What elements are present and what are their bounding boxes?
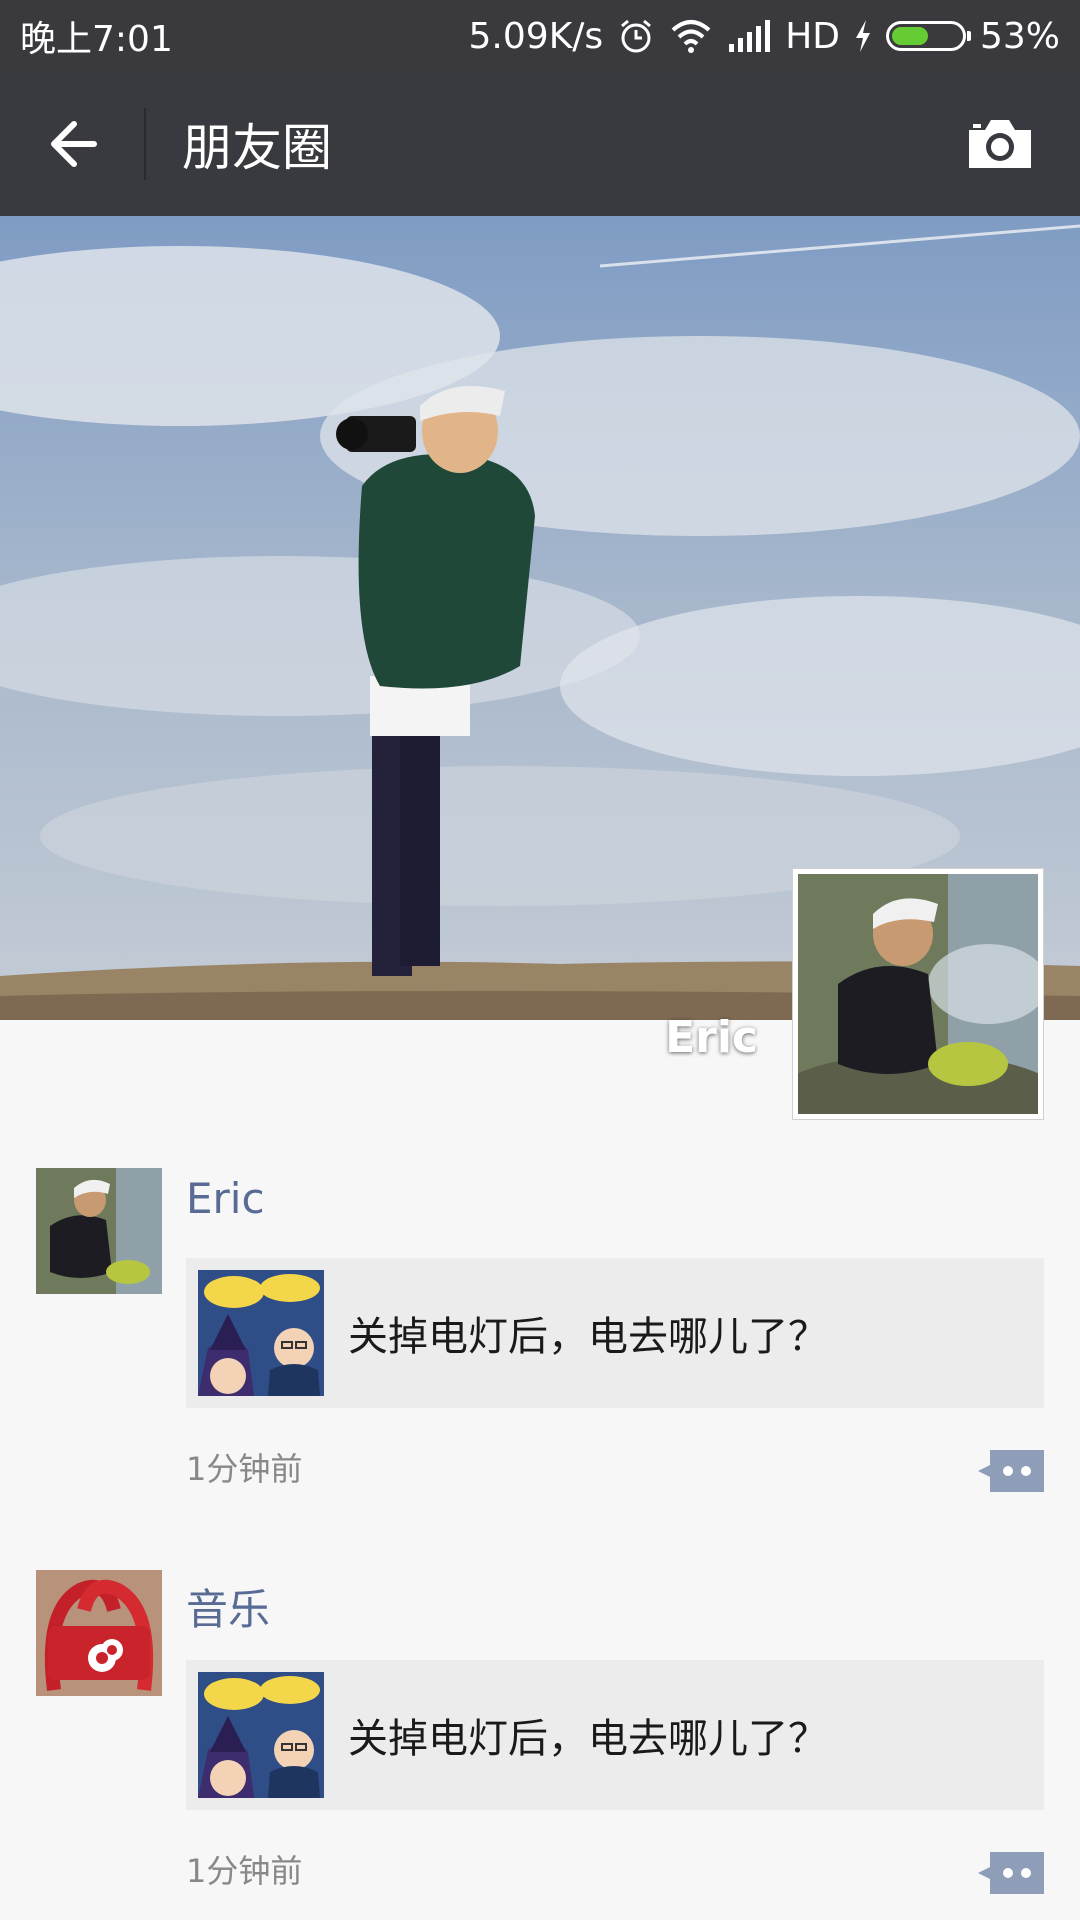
back-button[interactable] xyxy=(0,72,144,216)
profile-avatar[interactable] xyxy=(778,868,1058,1134)
camera-button[interactable] xyxy=(928,72,1072,216)
alarm-icon xyxy=(617,17,655,55)
post-author[interactable]: 音乐 xyxy=(186,1576,270,1637)
signal-icon xyxy=(727,20,771,52)
post-author[interactable]: Eric xyxy=(186,1174,265,1223)
post-timestamp: 1分钟前 xyxy=(186,1450,303,1488)
post-timestamp: 1分钟前 xyxy=(186,1852,303,1890)
link-thumbnail xyxy=(198,1270,324,1396)
battery-icon xyxy=(885,21,971,51)
nav-bar: 朋友圈 xyxy=(0,72,1080,216)
status-bar: 晚上7:01 5.09K/s HD 53% xyxy=(0,0,1080,72)
nav-divider xyxy=(144,108,146,180)
status-time: 晚上7:01 xyxy=(20,19,173,60)
post-avatar[interactable] xyxy=(36,1168,162,1294)
post-avatar[interactable] xyxy=(36,1570,162,1696)
comment-icon xyxy=(978,1450,1044,1492)
charging-icon xyxy=(854,20,872,52)
camera-icon xyxy=(969,120,1031,168)
page-title: 朋友圈 xyxy=(182,119,332,177)
wifi-icon xyxy=(669,18,713,54)
cover-username: Eric xyxy=(665,1012,758,1063)
comment-button[interactable] xyxy=(978,1450,1044,1492)
back-arrow-icon xyxy=(51,121,97,167)
comment-button[interactable] xyxy=(978,1852,1044,1894)
link-title: 关掉电灯后，电去哪儿了？ xyxy=(348,1716,828,1762)
shared-link-card[interactable]: 关掉电灯后，电去哪儿了？ xyxy=(186,1258,1044,1408)
shared-link-card[interactable]: 关掉电灯后，电去哪儿了？ xyxy=(186,1660,1044,1810)
network-type: HD xyxy=(785,15,840,57)
comment-icon xyxy=(978,1852,1044,1894)
link-thumbnail xyxy=(198,1672,324,1798)
battery-level xyxy=(891,27,929,45)
link-title: 关掉电灯后，电去哪儿了？ xyxy=(348,1314,828,1360)
status-indicators: 5.09K/s HD 53% xyxy=(469,16,1060,57)
battery-percent: 53% xyxy=(979,15,1060,57)
network-speed: 5.09K/s xyxy=(468,15,604,57)
